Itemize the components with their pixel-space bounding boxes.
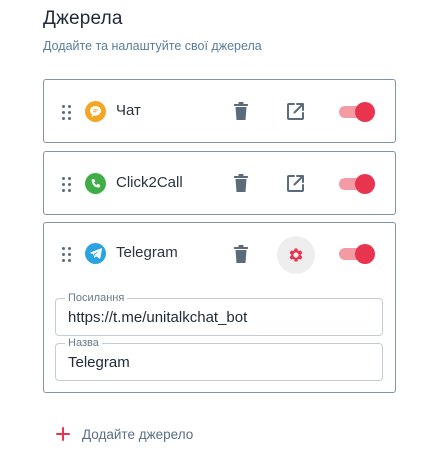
toggle-knob: [355, 174, 375, 194]
toggle-knob: [355, 244, 375, 264]
trash-icon[interactable]: [233, 245, 249, 264]
drag-handle-icon[interactable]: [62, 177, 71, 192]
drag-handle-icon[interactable]: [62, 247, 71, 262]
toggle-knob: [355, 102, 375, 122]
trash-icon[interactable]: [233, 174, 249, 193]
plus-icon: [56, 427, 70, 441]
link-field[interactable]: Посилання https://t.me/unitalkchat_bot: [55, 291, 383, 336]
trash-icon[interactable]: [233, 102, 249, 121]
telegram-icon: [85, 243, 106, 264]
name-field-value[interactable]: Telegram: [68, 354, 130, 371]
enable-toggle[interactable]: [339, 174, 375, 194]
page-title: Джерела: [43, 8, 123, 29]
source-row: Чат: [44, 80, 395, 142]
source-row: Telegram: [44, 223, 395, 285]
source-row: Click2Call: [44, 152, 395, 214]
source-label: Telegram: [116, 244, 178, 261]
chat-icon: [85, 101, 106, 122]
add-source-label: Додайте джерело: [82, 426, 194, 442]
name-field-label: Назва: [65, 336, 102, 350]
source-card-chat: Чат: [43, 79, 396, 143]
source-label: Чат: [116, 102, 141, 119]
enable-toggle[interactable]: [339, 244, 375, 264]
enable-toggle[interactable]: [339, 102, 375, 122]
name-field[interactable]: Назва Telegram: [55, 336, 383, 381]
external-link-icon[interactable]: [286, 102, 305, 121]
link-field-label: Посилання: [65, 291, 128, 305]
source-card-click2call: Click2Call: [43, 151, 396, 215]
sources-panel: Джерела Додайте та налаштуйте свої джере…: [0, 0, 426, 463]
external-link-icon[interactable]: [286, 174, 305, 193]
page-subtitle: Додайте та налаштуйте свої джерела: [43, 39, 262, 53]
source-label: Click2Call: [116, 174, 183, 191]
source-card-telegram: Telegram Посилання https://t.me/unitalkc…: [43, 222, 396, 393]
settings-button[interactable]: [277, 236, 315, 274]
drag-handle-icon[interactable]: [62, 105, 71, 120]
link-field-value[interactable]: https://t.me/unitalkchat_bot: [68, 309, 247, 326]
gear-icon: [289, 248, 303, 262]
add-source-button[interactable]: Додайте джерело: [56, 424, 193, 444]
phone-icon: [85, 173, 106, 194]
